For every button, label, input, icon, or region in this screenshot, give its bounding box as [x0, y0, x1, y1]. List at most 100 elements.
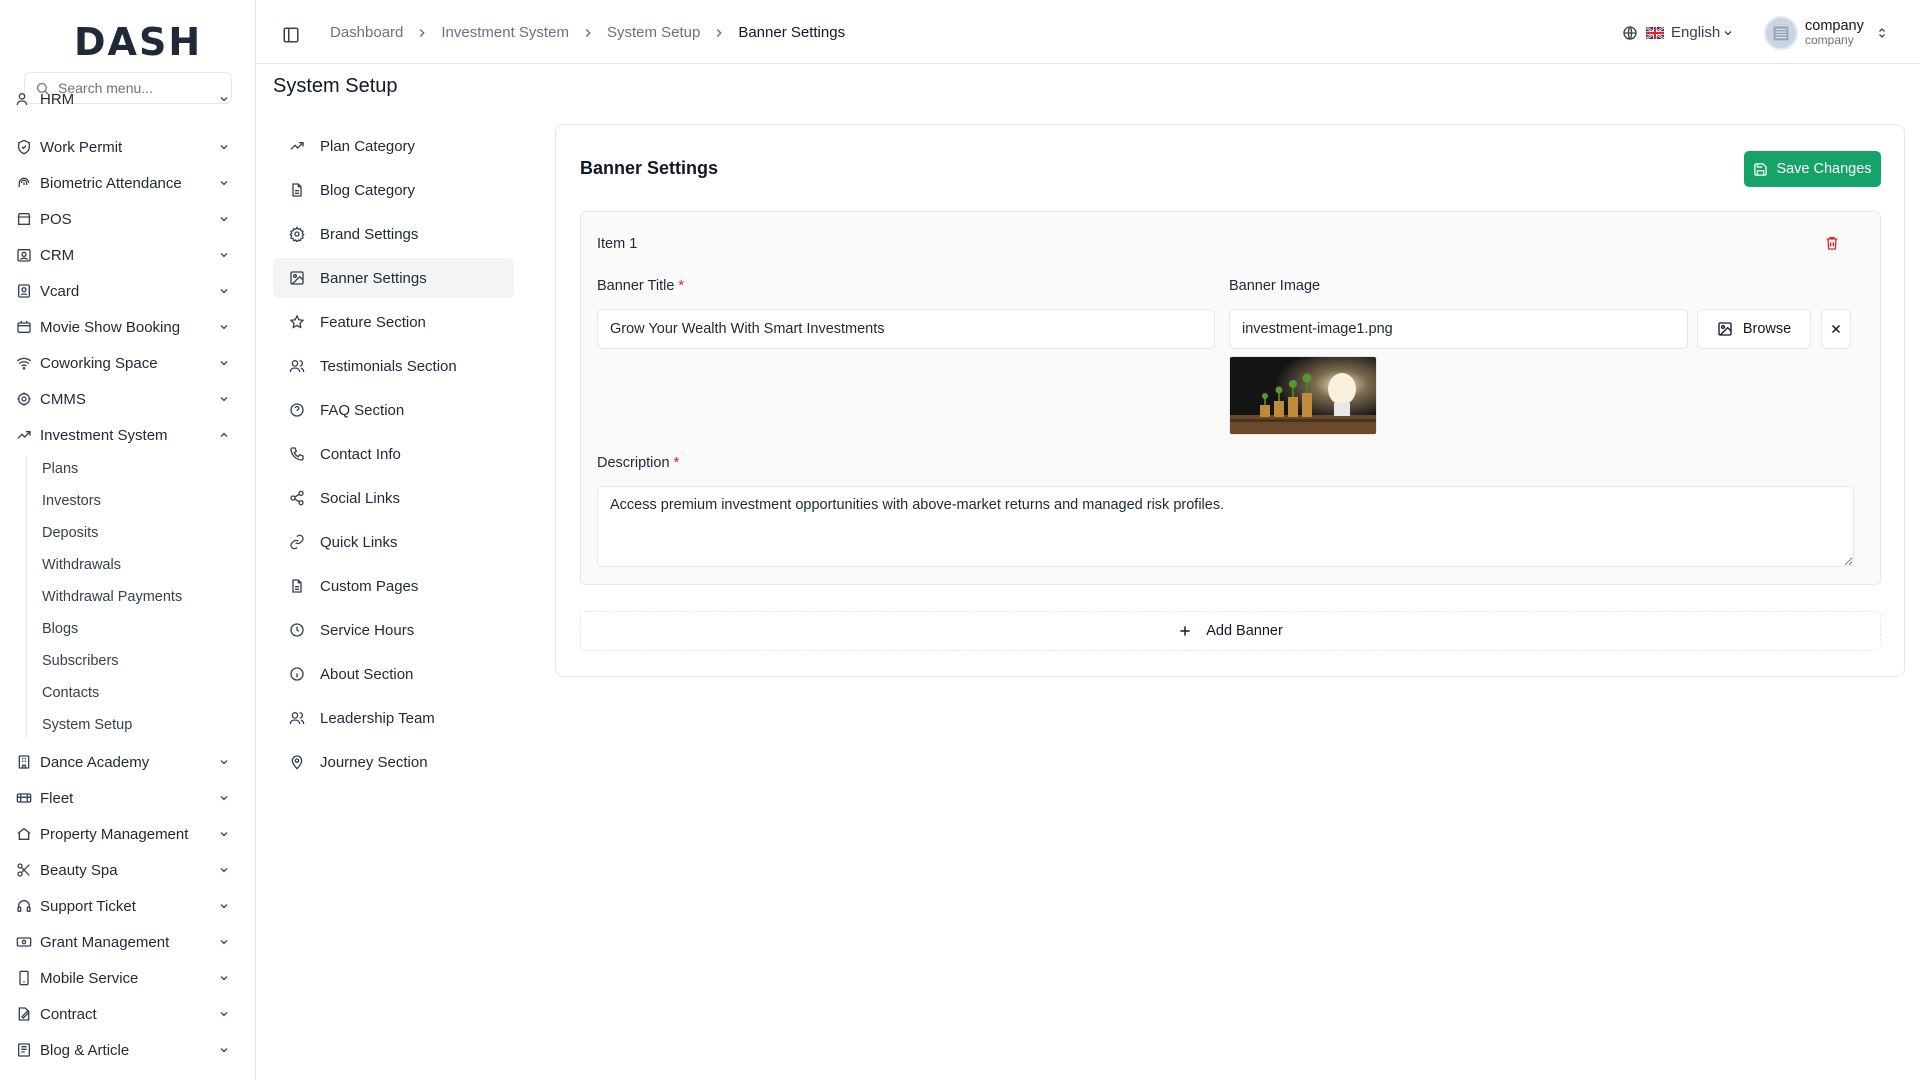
- sidebar-item-beauty-spa[interactable]: Beauty Spa: [0, 852, 255, 888]
- breadcrumb-investment-system[interactable]: Investment System: [441, 24, 569, 41]
- sidebar-item-fleet[interactable]: Fleet: [0, 780, 255, 816]
- sidebar-item-investment-system[interactable]: Investment System: [0, 417, 255, 453]
- sidebar-item-label: Vcard: [40, 282, 80, 300]
- top-header: Dashboard Investment System System Setup…: [256, 0, 1920, 64]
- card-title: Banner Settings: [580, 158, 719, 178]
- chevron-down-icon: [220, 868, 228, 873]
- users-icon: [289, 360, 305, 373]
- setup-item-plan-category[interactable]: Plan Category: [273, 126, 514, 166]
- clock-icon: [290, 623, 304, 637]
- help-circle-icon: [290, 403, 304, 417]
- required-mark: *: [673, 455, 680, 471]
- sidebar-item-label: Coworking Space: [40, 354, 158, 372]
- banner-image-input[interactable]: [1229, 309, 1688, 349]
- sidebar-item-contract[interactable]: Contract: [0, 996, 255, 1032]
- required-mark: *: [678, 278, 685, 294]
- setup-item-faq-section[interactable]: FAQ Section: [273, 390, 514, 430]
- brand-logo[interactable]: DASH: [74, 20, 202, 64]
- sidebar-subitem-withdrawals[interactable]: Withdrawals: [42, 551, 121, 579]
- sidebar-item-label: CMMS: [40, 390, 86, 408]
- chevron-down-icon: [220, 253, 228, 258]
- newspaper-icon: [18, 1043, 30, 1057]
- building-icon: [1773, 26, 1789, 41]
- sidebar-item-hrm[interactable]: HRM: [0, 81, 255, 117]
- save-icon: [1754, 162, 1768, 176]
- users-icon: [16, 93, 28, 106]
- share-icon: [290, 490, 304, 506]
- image-icon: [1718, 322, 1732, 336]
- sidebar-item-biometric-attendance[interactable]: Biometric Attendance: [0, 165, 255, 201]
- banner-image-preview: [1229, 356, 1377, 435]
- sidebar-item-label: Biometric Attendance: [40, 174, 182, 192]
- language-label: English: [1671, 24, 1721, 41]
- sidebar-subitem-investors[interactable]: Investors: [42, 487, 101, 515]
- banner-title-input[interactable]: [597, 309, 1215, 349]
- breadcrumb-system-setup[interactable]: System Setup: [607, 24, 700, 41]
- avatar: [1764, 16, 1798, 50]
- fingerprint-icon: [18, 177, 30, 188]
- sidebar-item-crm[interactable]: CRM: [0, 237, 255, 273]
- clear-image-button[interactable]: [1821, 309, 1851, 349]
- sidebar-item-movie-show-booking[interactable]: Movie Show Booking: [0, 309, 255, 345]
- setup-item-label: Social Links: [320, 489, 401, 507]
- setup-item-social-links[interactable]: Social Links: [273, 478, 514, 518]
- setup-item-leadership-team[interactable]: Leadership Team: [273, 698, 514, 738]
- chevron-right-icon: [585, 28, 591, 37]
- breadcrumb-dashboard[interactable]: Dashboard: [330, 24, 403, 41]
- trash-icon[interactable]: [1824, 234, 1840, 252]
- setup-item-journey-section[interactable]: Journey Section: [273, 742, 514, 782]
- setup-item-label: Leadership Team: [320, 709, 435, 727]
- sidebar-subitem-contacts[interactable]: Contacts: [42, 679, 99, 707]
- cog-icon: [17, 392, 31, 406]
- setup-item-feature-section[interactable]: Feature Section: [273, 302, 514, 342]
- setup-item-custom-pages[interactable]: Custom Pages: [273, 566, 514, 606]
- sidebar-item-vcard[interactable]: Vcard: [0, 273, 255, 309]
- sidebar-subitem-withdrawal-payments[interactable]: Withdrawal Payments: [42, 583, 182, 611]
- save-changes-label: Save Changes: [1776, 161, 1872, 177]
- sidebar-subitem-blogs[interactable]: Blogs: [42, 615, 78, 643]
- banner-title-label: Banner Title *: [597, 278, 685, 294]
- sidebar-item-cmms[interactable]: CMMS: [0, 381, 255, 417]
- banner-item: Item 1 Banner Title * Banner Image Brows…: [580, 211, 1881, 585]
- chevron-right-icon: [717, 28, 723, 37]
- sidebar-item-dance-academy[interactable]: Dance Academy: [0, 744, 255, 780]
- setup-item-service-hours[interactable]: Service Hours: [273, 610, 514, 650]
- sidebar-item-coworking-space[interactable]: Coworking Space: [0, 345, 255, 381]
- sidebar-subitem-subscribers[interactable]: Subscribers: [42, 647, 119, 675]
- sidebar-item-support-ticket[interactable]: Support Ticket: [0, 888, 255, 924]
- sidebar-item-label: Dance Academy: [40, 753, 150, 771]
- uk-flag-icon: [1646, 26, 1664, 39]
- language-selector[interactable]: English: [1622, 24, 1734, 41]
- sidebar-toggle-icon[interactable]: [282, 26, 300, 44]
- user-role: company: [1805, 33, 1854, 48]
- setup-item-banner-settings[interactable]: Banner Settings: [273, 258, 514, 298]
- sidebar-item-property-management[interactable]: Property Management: [0, 816, 255, 852]
- sidebar-item-work-permit[interactable]: Work Permit: [0, 129, 255, 165]
- setup-item-label: Testimonials Section: [320, 357, 457, 375]
- setup-item-label: Quick Links: [320, 533, 398, 551]
- setup-item-contact-info[interactable]: Contact Info: [273, 434, 514, 474]
- browse-button[interactable]: Browse: [1697, 309, 1811, 349]
- user-menu[interactable]: company company: [1764, 16, 1888, 50]
- save-changes-button[interactable]: Save Changes: [1744, 151, 1881, 187]
- sidebar-subitem-system-setup[interactable]: System Setup: [42, 711, 132, 739]
- sidebar-item-blog-article[interactable]: Blog & Article: [0, 1032, 255, 1068]
- add-banner-button[interactable]: Add Banner: [580, 611, 1881, 651]
- setup-item-label: Journey Section: [320, 753, 428, 771]
- chevron-down-icon: [220, 397, 228, 402]
- sidebar-subitem-deposits[interactable]: Deposits: [42, 519, 98, 547]
- link-icon: [290, 534, 304, 550]
- setup-item-quick-links[interactable]: Quick Links: [273, 522, 514, 562]
- setup-item-testimonials-section[interactable]: Testimonials Section: [273, 346, 514, 386]
- setup-item-brand-settings[interactable]: Brand Settings: [273, 214, 514, 254]
- sidebar-item-mobile-service[interactable]: Mobile Service: [0, 960, 255, 996]
- sidebar-item-grant-management[interactable]: Grant Management: [0, 924, 255, 960]
- setup-item-label: FAQ Section: [320, 401, 405, 419]
- sidebar-item-pos[interactable]: POS: [0, 201, 255, 237]
- sidebar: DASH HRM Work Permit Biometric Attendanc…: [0, 0, 256, 1080]
- description-textarea[interactable]: Access premium investment opportunities …: [597, 486, 1854, 567]
- sidebar-item-label: Investment System: [40, 426, 168, 444]
- setup-item-blog-category[interactable]: Blog Category: [273, 170, 514, 210]
- sidebar-subitem-plans[interactable]: Plans: [42, 455, 78, 483]
- setup-item-about-section[interactable]: About Section: [273, 654, 514, 694]
